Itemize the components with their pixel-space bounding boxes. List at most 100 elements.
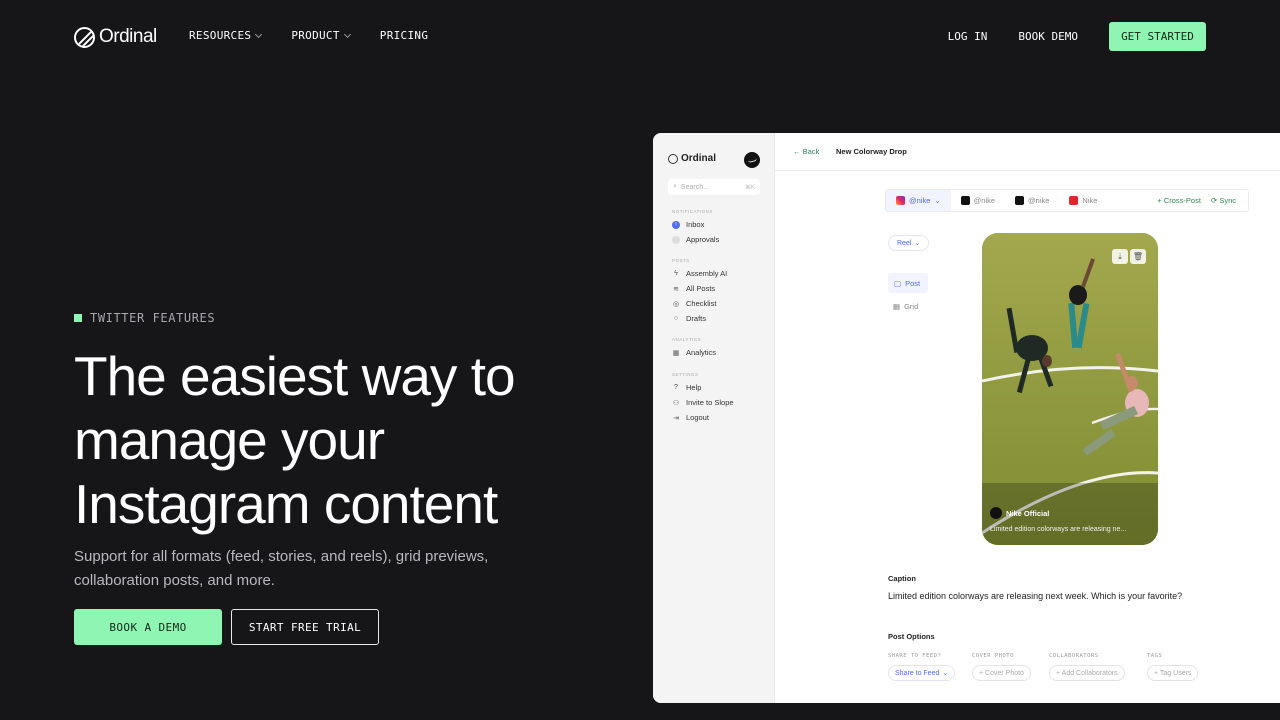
app-topbar: ← Back New Colorway Drop [775, 133, 1280, 171]
book-demo-button[interactable]: BOOK A DEMO [74, 609, 222, 645]
eyebrow-marker [74, 314, 82, 322]
caption-field[interactable]: Limited edition colorways are releasing … [888, 591, 1182, 601]
section-posts: POSTS [672, 258, 690, 263]
share-to-feed-value: Share to Feed [895, 669, 940, 677]
sidebar-item-label: Approvals [686, 235, 720, 244]
logo-text: Ordinal [99, 26, 157, 47]
search-placeholder: Search... [680, 183, 709, 191]
lightning-icon: ϟ [674, 270, 678, 277]
nike-swoosh-icon [747, 157, 757, 163]
account-instagram[interactable]: @nike ⌄ [886, 190, 951, 211]
login-link[interactable]: LOG IN [948, 30, 988, 43]
nike-icon [1069, 196, 1079, 205]
cover-photo-label: COVER PHOTO [972, 653, 1014, 659]
get-started-button[interactable]: GET STARTED [1109, 22, 1206, 51]
download-icon[interactable]: ⤓ [1112, 249, 1128, 264]
reel-preview-image [982, 233, 1158, 545]
nav-links: RESOURCES PRODUCT PRICING [189, 29, 428, 42]
eyebrow: TWITTER FEATURES [74, 311, 215, 325]
back-button[interactable]: ← Back [793, 147, 819, 156]
account-label: @nike [973, 196, 996, 205]
search-icon: ⌕ [673, 183, 677, 190]
sidebar-item-label: Assembly AI [686, 269, 728, 278]
app-main: ← Back New Colorway Drop @nike ⌄ @nike @… [775, 133, 1280, 703]
section-settings: SETTINGS [672, 372, 699, 377]
chart-icon: ▦ [672, 349, 680, 357]
post-title: New Colorway Drop [836, 147, 907, 156]
avatar [990, 507, 1002, 519]
reel-caption: Limited edition colorways are releasing … [990, 526, 1127, 533]
sync-label: Sync [1219, 196, 1236, 205]
logout-icon: ⇥ [673, 414, 679, 422]
format-select[interactable]: Reel ⌄ [888, 235, 930, 251]
nav-actions: LOG IN BOOK DEMO GET STARTED [948, 22, 1206, 51]
sidebar-item-approvals[interactable]: Approvals [672, 235, 719, 244]
search-input[interactable]: ⌕ Search... ⌘K [668, 179, 760, 195]
collaborators-label: COLLABORATORS [1049, 653, 1099, 659]
ordinal-logo-icon [668, 153, 678, 164]
approvals-icon [672, 235, 680, 244]
chevron-down-icon: ⌄ [934, 196, 941, 205]
nav-product[interactable]: PRODUCT [291, 29, 351, 42]
section-notifications: NOTIFICATIONS [672, 209, 713, 214]
cover-photo-button[interactable]: + Cover Photo [972, 665, 1031, 681]
app-sidebar: Ordinal ⌕ Search... ⌘K NOTIFICATIONS ! I… [653, 133, 775, 703]
account-threads[interactable]: @nike [951, 190, 1005, 211]
sidebar-item-checklist[interactable]: ◎ Checklist [672, 299, 717, 308]
format-value: Reel [897, 239, 912, 247]
chevron-down-icon: ⌄ [942, 670, 949, 677]
sidebar-item-help[interactable]: ? Help [672, 383, 701, 392]
account-nike[interactable]: Nike [1059, 190, 1107, 211]
sidebar-item-logout[interactable]: ⇥ Logout [672, 413, 709, 422]
sync-button[interactable]: ⟳ Sync [1211, 196, 1236, 205]
search-shortcut: ⌘K [744, 184, 755, 191]
ordinal-logo-icon [74, 26, 95, 48]
sidebar-item-label: Help [686, 383, 702, 392]
view-grid-label: Grid [904, 302, 919, 311]
app-logo[interactable]: Ordinal [668, 153, 716, 164]
reel-author-name: Nike Official [1006, 508, 1050, 518]
share-to-feed-select[interactable]: Share to Feed ⌄ [888, 665, 956, 681]
sidebar-item-assembly-ai[interactable]: ϟ Assembly AI [672, 269, 727, 278]
tag-users-button[interactable]: + Tag Users [1147, 665, 1199, 681]
sidebar-item-label: Invite to Slope [686, 398, 734, 407]
view-post-button[interactable]: ▢ Post [888, 273, 928, 293]
reel-author: Nike Official [990, 507, 1049, 519]
cross-post-button[interactable]: + Cross-Post [1157, 196, 1201, 205]
hero-subhead: Support for all formats (feed, stories, … [74, 548, 489, 589]
nav-pricing-label: PRICING [379, 29, 429, 42]
sidebar-item-inbox[interactable]: ! Inbox [672, 220, 704, 229]
user-plus-icon: ⚇ [672, 399, 680, 407]
share-to-feed-label: SHARE TO FEED? [888, 653, 942, 659]
nav-resources[interactable]: RESOURCES [189, 29, 263, 42]
add-collaborators-button[interactable]: + Add Collaborators [1049, 665, 1125, 681]
sidebar-item-invite[interactable]: ⚇ Invite to Slope [672, 398, 734, 407]
sidebar-item-label: Checklist [686, 299, 717, 308]
avatar[interactable] [744, 152, 760, 168]
sidebar-item-drafts[interactable]: ○ Drafts [672, 314, 706, 323]
tiktok-icon [1015, 196, 1025, 205]
trash-icon[interactable]: 🗑 [1130, 249, 1146, 264]
lightbulb-icon: ○ [673, 315, 679, 322]
sidebar-item-analytics[interactable]: ▦ Analytics [672, 348, 716, 357]
start-free-trial-button[interactable]: START FREE TRIAL [231, 609, 379, 645]
logo[interactable]: Ordinal [74, 26, 157, 48]
help-icon: ? [674, 384, 678, 391]
threads-icon [960, 196, 970, 205]
app-logo-text: Ordinal [681, 153, 717, 164]
book-demo-link[interactable]: BOOK DEMO [1018, 30, 1078, 43]
account-bar: @nike ⌄ @nike @nike Nike + Cross-Post ⟳ … [885, 189, 1249, 212]
instagram-icon [896, 196, 905, 205]
nav-product-label: PRODUCT [291, 29, 340, 42]
nav-resources-label: RESOURCES [189, 29, 252, 42]
sidebar-item-label: All Posts [686, 284, 716, 293]
tags-label: TAGS [1147, 653, 1163, 659]
nav-pricing[interactable]: PRICING [380, 29, 428, 42]
account-tiktok[interactable]: @nike [1005, 190, 1059, 211]
square-icon: ▢ [894, 278, 902, 288]
view-post-label: Post [905, 278, 921, 288]
sidebar-item-all-posts[interactable]: ≋ All Posts [672, 284, 715, 293]
hero-headline: The easiest way to manage your Instagram… [74, 345, 516, 535]
view-grid-button[interactable]: ▦ Grid [893, 302, 918, 311]
reel-preview[interactable]: ⤓ 🗑 Nike Official Limited edition colorw… [982, 233, 1158, 545]
